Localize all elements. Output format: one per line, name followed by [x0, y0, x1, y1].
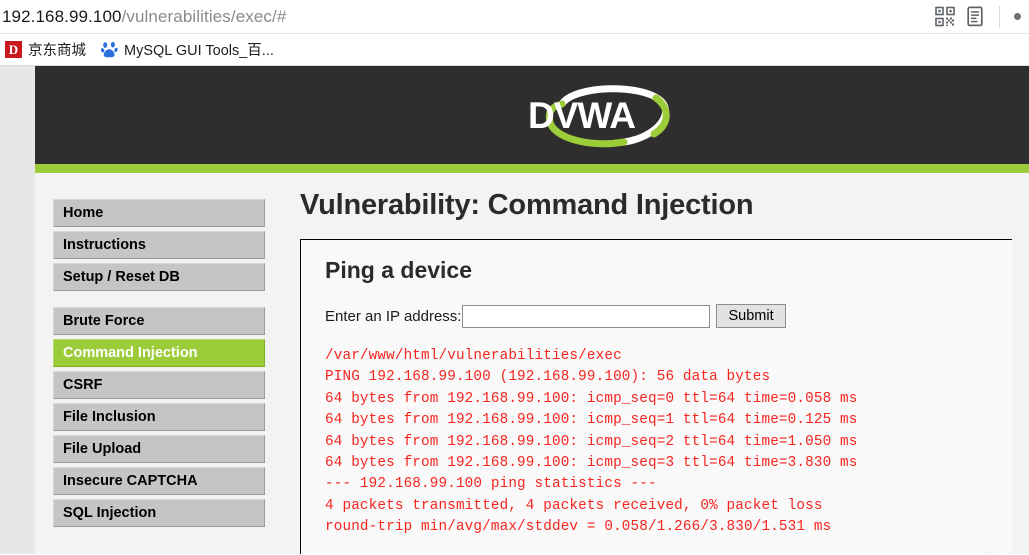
sidebar-item-file-upload[interactable]: File Upload	[53, 435, 265, 463]
url-host: 192.168.99.100	[2, 6, 122, 26]
baidu-paw-icon	[101, 41, 118, 58]
bookmarks-bar: D 京东商城 MySQL GUI Tools_百...	[0, 34, 1029, 66]
sidebar-item-file-inclusion[interactable]: File Inclusion	[53, 403, 265, 431]
toolbar-divider	[999, 5, 1000, 28]
url-bar[interactable]: 192.168.99.100/vulnerabilities/exec/#	[0, 0, 1029, 34]
ip-address-input[interactable]	[462, 304, 711, 328]
bookmark-mysql-gui-tools[interactable]: MySQL GUI Tools_百...	[98, 38, 277, 61]
sidebar-item-label: Setup / Reset DB	[63, 269, 180, 285]
sidebar-group-vulnerabilities: Brute Force Command Injection CSRF File …	[53, 307, 300, 527]
sidebar-item-label: Insecure CAPTCHA	[63, 473, 198, 489]
watermark: https://blog.csdn.net/weixin_42555985	[985, 550, 1029, 554]
sidebar-group-general: Home Instructions Setup / Reset DB	[53, 199, 300, 291]
sidebar-item-csrf[interactable]: CSRF	[53, 371, 265, 399]
reader-view-icon[interactable]	[965, 6, 985, 27]
sidebar-item-setup-reset-db[interactable]: Setup / Reset DB	[53, 263, 265, 291]
sidebar-item-label: Home	[63, 205, 104, 221]
dvwa-logo: DVWA	[504, 80, 684, 152]
sidebar-item-insecure-captcha[interactable]: Insecure CAPTCHA	[53, 467, 265, 495]
panel-title: Ping a device	[325, 257, 473, 283]
ping-output: /var/www/html/vulnerabilities/exec PING …	[325, 348, 858, 536]
site-header: DVWA	[35, 66, 1029, 164]
page-title: Vulnerability: Command Injection	[300, 189, 754, 221]
browser-chrome: 192.168.99.100/vulnerabilities/exec/# D …	[0, 0, 1029, 66]
menu-dot-icon[interactable]	[1014, 13, 1021, 20]
submit-button[interactable]: Submit	[716, 304, 786, 328]
sidebar-item-brute-force[interactable]: Brute Force	[53, 307, 265, 335]
sidebar-item-label: SQL Injection	[63, 505, 157, 521]
sidebar-item-label: Brute Force	[63, 313, 145, 329]
sidebar-item-label: Command Injection	[63, 345, 198, 361]
vulnerability-panel: Ping a device Enter an IP address: Submi…	[300, 239, 1029, 554]
svg-text:DVWA: DVWA	[528, 95, 635, 136]
ping-form: Enter an IP address: Submit	[325, 304, 1012, 328]
bookmark-jd[interactable]: D 京东商城	[2, 38, 89, 61]
qrcode-icon[interactable]	[935, 6, 955, 27]
accent-stripe	[35, 164, 1029, 173]
sidebar-item-sql-injection[interactable]: SQL Injection	[53, 499, 265, 527]
sidebar-item-home[interactable]: Home	[53, 199, 265, 227]
sidebar-item-command-injection[interactable]: Command Injection	[53, 339, 265, 367]
url-input[interactable]: 192.168.99.100/vulnerabilities/exec/#	[2, 7, 935, 27]
content-column: Vulnerability: Command Injection Ping a …	[300, 173, 1029, 554]
bookmark-label: 京东商城	[28, 43, 86, 59]
jd-icon: D	[5, 41, 22, 58]
sidebar-item-instructions[interactable]: Instructions	[53, 231, 265, 259]
page-viewport: DVWA Home Instructions Setup / Reset DB	[0, 66, 1029, 554]
sidebar-item-label: File Upload	[63, 441, 142, 457]
url-bar-actions	[935, 5, 1023, 28]
sidebar: Home Instructions Setup / Reset DB Brute…	[35, 173, 300, 554]
url-path: /vulnerabilities/exec/#	[121, 6, 287, 26]
dvwa-page: DVWA Home Instructions Setup / Reset DB	[35, 66, 1029, 554]
sidebar-item-label: CSRF	[63, 377, 103, 393]
sidebar-item-label: Instructions	[63, 237, 146, 253]
ip-address-label: Enter an IP address:	[325, 307, 462, 325]
sidebar-item-label: File Inclusion	[63, 409, 156, 425]
bookmark-label: MySQL GUI Tools_百...	[124, 43, 274, 59]
main-area: Home Instructions Setup / Reset DB Brute…	[35, 173, 1029, 554]
